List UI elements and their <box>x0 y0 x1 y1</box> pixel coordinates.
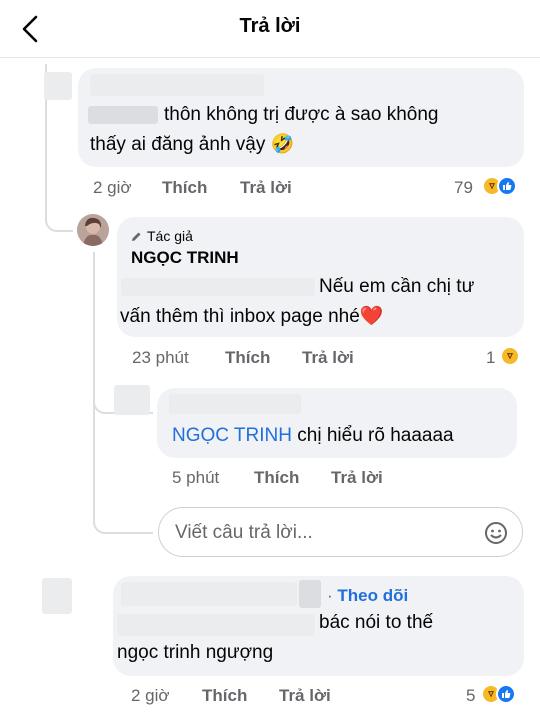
blurred-avatar <box>114 385 150 415</box>
reply-text: NGỌC TRINH chị hiểu rõ haaaaa <box>172 425 454 446</box>
avatar-photo <box>77 214 109 246</box>
comment-bubble: · Theo dõi bác nói to thế ngọc trinh ngư… <box>113 576 524 676</box>
reply-bubble: NGỌC TRINH chị hiểu rõ haaaaa <box>157 388 517 458</box>
reaction-icons[interactable]: ▿ <box>481 684 516 704</box>
heart-emoji: ❤️ <box>359 306 384 327</box>
reply-input-box[interactable] <box>158 507 523 557</box>
like-button[interactable]: Thích <box>254 468 299 488</box>
reply-button[interactable]: Trả lời <box>240 178 292 198</box>
reply-text-line-2: vấn thêm thì inbox page nhé❤️ <box>120 306 384 327</box>
reply-input[interactable] <box>175 519 455 547</box>
reply-time: 5 phút <box>172 468 220 487</box>
rofl-emoji: 🤣 <box>270 134 295 155</box>
blurred-avatar <box>42 578 72 614</box>
comment-text-line-2: ngọc trinh ngượng <box>117 642 274 663</box>
comment-bubble: thôn không trị được à sao không thấy ai … <box>78 68 524 167</box>
emoji-picker-icon[interactable] <box>484 521 508 545</box>
follow-link[interactable]: · Theo dõi <box>327 586 408 606</box>
author-name[interactable]: NGỌC TRINH <box>131 248 239 268</box>
reply-bubble: Tác giả NGỌC TRINH Nếu em cần chị tư vấn… <box>117 217 524 337</box>
reaction-icons[interactable]: ▿ <box>482 176 517 196</box>
top-bar: Trả lời <box>0 0 540 58</box>
author-badge: Tác giả <box>131 228 193 244</box>
pencil-icon <box>132 232 141 241</box>
reply-button[interactable]: Trả lời <box>302 348 354 368</box>
comment-text-line-1: bác nói to thế <box>319 612 434 633</box>
like-button[interactable]: Thích <box>162 178 207 198</box>
blurred-text <box>117 614 315 636</box>
blurred-author-name <box>90 74 264 96</box>
mention-tag[interactable]: NGỌC TRINH <box>172 425 292 446</box>
author-avatar[interactable] <box>77 214 109 246</box>
comment-text-line-2: thấy ai đăng ảnh vậy 🤣 <box>90 134 295 155</box>
like-button[interactable]: Thích <box>225 348 270 368</box>
comment-time: 2 giờ <box>131 686 170 705</box>
reaction-icons[interactable]: ▿ <box>500 346 520 366</box>
reply-button[interactable]: Trả lời <box>279 686 331 706</box>
like-icon <box>496 684 516 704</box>
reply-button[interactable]: Trả lời <box>331 468 383 488</box>
comment-time: 2 giờ <box>93 178 132 197</box>
thread-connector <box>45 192 73 232</box>
comment-text-line-1: thôn không trị được à sao không <box>164 104 439 125</box>
like-button[interactable]: Thích <box>202 686 247 706</box>
reply-text-line-1: Nếu em cần chị tư <box>319 276 475 297</box>
thread-connector <box>93 492 153 534</box>
blurred-author-name <box>169 394 301 414</box>
like-icon <box>497 176 517 196</box>
page-title: Trả lời <box>239 15 301 37</box>
reaction-count: 1 <box>486 348 496 367</box>
blurred-author-name <box>121 582 297 606</box>
reaction-count: 79 <box>454 178 473 197</box>
blurred-avatar <box>44 72 72 100</box>
blurred-mention <box>121 278 315 296</box>
haha-icon: ▿ <box>500 346 520 366</box>
blurred-author-name <box>299 580 321 608</box>
reaction-count: 5 <box>466 686 476 705</box>
blurred-text <box>88 106 158 124</box>
reply-time: 23 phút <box>132 348 189 367</box>
